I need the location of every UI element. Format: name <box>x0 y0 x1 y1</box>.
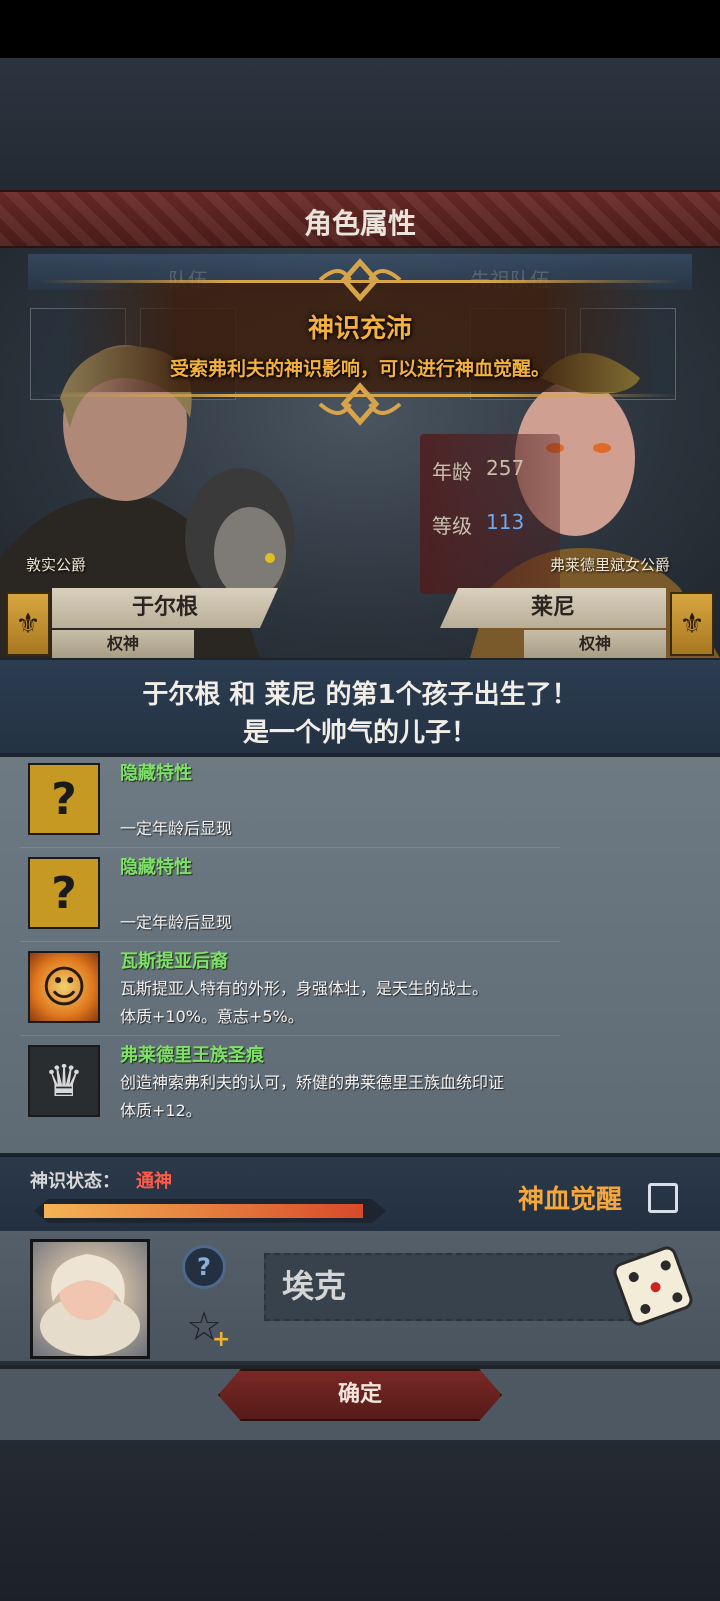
dice-pip <box>638 1302 652 1316</box>
status-bar-area <box>0 0 720 58</box>
age-value: 257 <box>486 456 525 480</box>
awaken-checkbox[interactable] <box>648 1183 678 1213</box>
awaken-label: 神血觉醒 <box>518 1185 623 1215</box>
mother-nameplate: 莱尼 权神 <box>440 588 720 658</box>
question-icon: ? <box>28 763 100 835</box>
trait-description: 体质+12。 <box>120 1101 202 1120</box>
divider <box>20 1035 560 1036</box>
dice-pip <box>670 1290 684 1304</box>
divider <box>20 941 560 942</box>
mother-rank: 权神 <box>524 630 666 658</box>
trait-item[interactable]: ♛ 弗莱德里王族圣痕 创造神索弗利夫的认可，矫健的弗莱德里王族血统印证 体质+1… <box>28 1041 588 1137</box>
father-nameplate: 于尔根 权神 <box>52 588 342 658</box>
stats-panel: 年龄 257 等级 113 <box>420 434 560 594</box>
trait-item[interactable]: ? 隐藏特性 一定年龄后显现 <box>28 759 588 855</box>
divine-sense-bar <box>34 1199 386 1223</box>
mother-title: 弗莱德里斌女公爵 <box>550 556 671 574</box>
dice-pip <box>659 1258 673 1272</box>
ornament-bottom-icon <box>318 382 402 426</box>
trait-description: 一定年龄后显现 <box>120 819 233 838</box>
trait-name: 隐藏特性 <box>120 857 192 878</box>
level-value: 113 <box>486 510 525 534</box>
level-label: 等级 <box>432 514 472 538</box>
child-name-field[interactable]: 埃克 <box>264 1253 644 1321</box>
father-title: 敦实公爵 <box>26 556 87 574</box>
naming-area: ? ☆ + 埃克 <box>0 1231 720 1365</box>
notice-description: 受索弗利夫的神识影响，可以进行神血觉醒。 <box>169 358 550 380</box>
father-crest-icon: ⚜ <box>6 592 50 656</box>
trait-description: 瓦斯提亚人特有的外形，身强体壮，是天生的战士。 <box>120 979 489 998</box>
trait-description: 创造神索弗利夫的认可，矫健的弗莱德里王族血统印证 <box>120 1073 505 1092</box>
age-label: 年龄 <box>432 460 472 484</box>
status-value: 通神 <box>136 1171 172 1192</box>
background-bottom <box>0 1440 720 1601</box>
trait-description: 一定年龄后显现 <box>120 913 233 932</box>
baby-illustration <box>40 1254 140 1356</box>
birth-message: 于尔根 和 莱尼 的第1个孩子出生了！ 是一个帅气的儿子！ <box>0 660 720 756</box>
smiley-face-icon: ☺ <box>28 951 100 1023</box>
trait-name: 弗莱德里王族圣痕 <box>120 1045 264 1066</box>
question-icon: ? <box>28 857 100 929</box>
title-banner: 角色属性 <box>0 190 720 248</box>
dice-pip <box>627 1270 641 1284</box>
notice-overlay: 神识充沛 受索弗利夫的神识影响，可以进行神血觉醒。 <box>0 258 720 426</box>
royal-crest-icon: ♛ <box>28 1045 100 1117</box>
divider <box>20 847 560 848</box>
birth-line-1: 于尔根 和 莱尼 的第1个孩子出生了！ <box>142 680 578 710</box>
page-title: 角色属性 <box>303 207 416 240</box>
mother-name: 莱尼 <box>440 588 666 628</box>
help-icon[interactable]: ? <box>182 1245 226 1289</box>
confirm-area: 确定 <box>0 1369 720 1441</box>
trait-item[interactable]: ? 隐藏特性 一定年龄后显现 <box>28 853 588 949</box>
birth-line-2: 是一个帅气的儿子！ <box>242 718 477 748</box>
father-rank: 权神 <box>52 630 194 658</box>
background-top <box>0 58 720 190</box>
trait-list: ? 隐藏特性 一定年龄后显现 ? 隐藏特性 一定年龄后显现 ☺ 瓦斯提亚后裔 瓦… <box>0 757 720 1153</box>
divine-sense-status: 神识状态： 通神 神血觉醒 <box>0 1155 720 1231</box>
plus-icon: + <box>212 1327 231 1352</box>
dice-pip <box>649 1280 662 1294</box>
status-label: 神识状态： <box>30 1171 120 1192</box>
notice-title: 神识充沛 <box>307 314 412 344</box>
ornament-top-icon <box>318 258 402 302</box>
divine-sense-bar-fill <box>44 1204 363 1218</box>
trait-description: 体质+10%。意志+5%。 <box>120 1007 304 1026</box>
trait-name: 隐藏特性 <box>120 763 192 784</box>
trait-name: 瓦斯提亚后裔 <box>120 951 228 972</box>
confirm-button[interactable]: 确定 <box>218 1369 502 1421</box>
father-name: 于尔根 <box>52 588 278 628</box>
baby-portrait <box>30 1239 150 1359</box>
trait-item[interactable]: ☺ 瓦斯提亚后裔 瓦斯提亚人特有的外形，身强体壮，是天生的战士。 体质+10%。… <box>28 947 588 1043</box>
